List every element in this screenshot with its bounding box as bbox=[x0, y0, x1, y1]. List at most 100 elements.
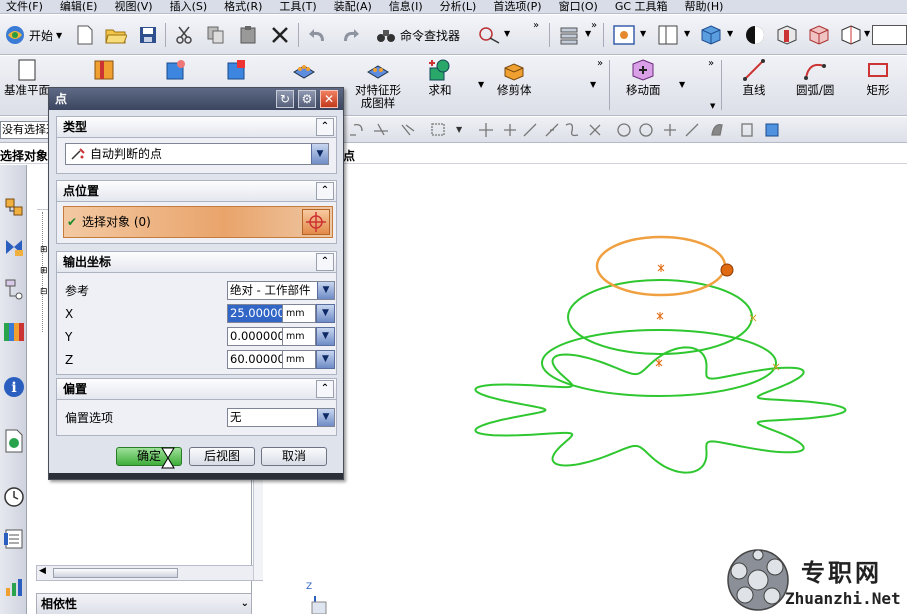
move-face-tool[interactable]: 移动面 bbox=[626, 58, 661, 97]
menu-gc-toolbox[interactable]: GC 工具箱 bbox=[615, 0, 668, 13]
back-view-button[interactable]: 后视图 bbox=[189, 447, 255, 466]
orient-view-button[interactable] bbox=[655, 24, 681, 46]
selection-filter-dropdown[interactable]: 没有选择过滤器 bbox=[0, 121, 50, 139]
chevron-down-icon[interactable]: ▼ bbox=[679, 80, 685, 89]
collapse-up-icon[interactable]: ⌃ bbox=[316, 182, 334, 200]
toolbar-overflow-icon[interactable]: » bbox=[708, 58, 714, 69]
collapse-icon[interactable]: ⊟ bbox=[40, 287, 48, 297]
toolbar-overflow-icon[interactable]: » bbox=[597, 58, 603, 69]
roles-tab[interactable] bbox=[1, 573, 26, 601]
x-input[interactable]: 25.000000 bbox=[227, 304, 283, 323]
chevron-down-icon[interactable]: ▼ bbox=[311, 144, 328, 164]
point-type-dropdown[interactable]: 自动判断的点 ▼ bbox=[65, 143, 329, 165]
menu-insert[interactable]: 插入(S) bbox=[170, 0, 208, 13]
point-location-group-header[interactable]: 点位置 ⌃ bbox=[56, 180, 337, 202]
dependencies-panel-header[interactable]: 相依性 ⌄ bbox=[36, 593, 252, 614]
menu-information[interactable]: 信息(I) bbox=[389, 0, 423, 13]
menu-help[interactable]: 帮助(H) bbox=[685, 0, 724, 13]
section-view-button[interactable] bbox=[774, 24, 800, 46]
chevron-down-icon[interactable]: ▼ bbox=[864, 29, 870, 38]
system-materials-tab[interactable] bbox=[1, 525, 26, 553]
fit-view-button[interactable] bbox=[611, 24, 637, 46]
reset-button[interactable]: ↻ bbox=[276, 90, 294, 108]
chevron-down-icon[interactable]: ▼ bbox=[317, 409, 334, 426]
snap-point-button[interactable] bbox=[476, 24, 502, 46]
arc-circle-tool[interactable]: 圆弧/圆 bbox=[796, 58, 834, 97]
z-options-arrow-icon[interactable]: ▼ bbox=[316, 350, 335, 369]
toolbar-overflow-icon[interactable]: » bbox=[533, 20, 539, 31]
layer-settings-button[interactable] bbox=[557, 24, 583, 46]
navigator-horizontal-scrollbar[interactable]: ◀ ▶ bbox=[36, 565, 276, 581]
chevron-down-icon[interactable]: ⌄ bbox=[241, 594, 249, 614]
cancel-button[interactable]: 取消 bbox=[261, 447, 327, 466]
collapse-up-icon[interactable]: ⌃ bbox=[316, 118, 334, 136]
undo-button[interactable] bbox=[306, 24, 330, 46]
x-options-arrow-icon[interactable]: ▼ bbox=[316, 304, 335, 323]
constraint-navigator-tab[interactable] bbox=[1, 233, 26, 261]
z-unit[interactable]: mm bbox=[283, 350, 316, 369]
block-tool[interactable] bbox=[92, 58, 116, 84]
datum-plane-tool[interactable]: 基准平面 bbox=[4, 58, 50, 97]
chevron-down-icon[interactable]: ▼ bbox=[504, 29, 510, 38]
command-finder-button[interactable]: 命令查找器 bbox=[376, 24, 460, 46]
rectangle-tool[interactable]: 矩形 bbox=[866, 58, 890, 97]
chevron-down-icon[interactable]: ▼ bbox=[317, 282, 334, 299]
open-file-button[interactable] bbox=[104, 24, 128, 46]
ok-button[interactable]: 确定 bbox=[116, 447, 182, 469]
close-button[interactable]: ✕ bbox=[320, 90, 338, 108]
chevron-down-icon[interactable]: ▼ bbox=[456, 125, 462, 134]
menu-preferences[interactable]: 首选项(P) bbox=[493, 0, 541, 13]
output-coords-group-header[interactable]: 输出坐标 ⌃ bbox=[56, 251, 337, 273]
web-browser-tab[interactable]: i bbox=[1, 373, 26, 401]
graphics-window[interactable]: Z 专职网 Zhuanzhi.Net bbox=[263, 165, 907, 614]
wireframe-button[interactable] bbox=[838, 24, 864, 46]
pattern-tool[interactable] bbox=[292, 58, 316, 84]
history-tab[interactable] bbox=[1, 483, 26, 511]
color-swatch-button[interactable] bbox=[872, 24, 907, 46]
reuse-library-tab[interactable] bbox=[1, 317, 26, 345]
menu-view[interactable]: 视图(V) bbox=[114, 0, 152, 13]
rendering-style-button[interactable] bbox=[698, 24, 724, 46]
chevron-down-icon[interactable]: ▼ bbox=[478, 80, 484, 89]
menu-assembly[interactable]: 装配(A) bbox=[334, 0, 372, 13]
menu-edit[interactable]: 编辑(E) bbox=[60, 0, 98, 13]
y-options-arrow-icon[interactable]: ▼ bbox=[316, 327, 335, 346]
chevron-down-icon[interactable]: ▼ bbox=[590, 80, 596, 89]
collapse-up-icon[interactable]: ⌃ bbox=[316, 380, 334, 398]
save-button[interactable] bbox=[137, 24, 159, 46]
offset-option-dropdown[interactable]: 无 ▼ bbox=[227, 408, 335, 427]
redo-button[interactable] bbox=[338, 24, 362, 46]
menu-format[interactable]: 格式(R) bbox=[224, 0, 262, 13]
cut-button[interactable] bbox=[172, 24, 196, 46]
background-button[interactable] bbox=[742, 24, 768, 46]
select-object-row[interactable]: ✔ 选择对象 (0) bbox=[63, 206, 333, 238]
unite-tool[interactable]: 求和 bbox=[428, 58, 452, 97]
chevron-down-icon[interactable]: ▼ bbox=[684, 29, 690, 38]
point-dialog-button[interactable] bbox=[302, 209, 330, 235]
x-unit[interactable]: mm bbox=[283, 304, 316, 323]
cylinder-tool[interactable] bbox=[164, 58, 188, 84]
y-unit[interactable]: mm bbox=[283, 327, 316, 346]
scrollbar-thumb[interactable] bbox=[53, 568, 178, 578]
cone-tool[interactable] bbox=[225, 58, 249, 84]
collapse-up-icon[interactable]: ⌃ bbox=[316, 253, 334, 271]
menu-analysis[interactable]: 分析(L) bbox=[440, 0, 477, 13]
toolbar-overflow-icon[interactable]: » bbox=[591, 20, 597, 31]
settings-button[interactable]: ⚙ bbox=[298, 90, 316, 108]
menu-file[interactable]: 文件(F) bbox=[6, 0, 43, 13]
new-file-button[interactable] bbox=[74, 24, 96, 46]
part-navigator-tab[interactable] bbox=[1, 275, 26, 303]
clip-view-button[interactable] bbox=[806, 24, 832, 46]
feature-pattern-tool[interactable]: 对特征形 成图样 bbox=[355, 58, 401, 110]
offset-group-header[interactable]: 偏置 ⌃ bbox=[56, 378, 337, 400]
menu-window[interactable]: 窗口(O) bbox=[559, 0, 598, 13]
start-button[interactable]: 开始 ▼ bbox=[4, 24, 62, 46]
trim-body-tool[interactable]: 修剪体 bbox=[497, 58, 532, 97]
reference-dropdown[interactable]: 绝对 - 工作部件 ▼ bbox=[227, 281, 335, 300]
expand-icon[interactable]: ⊞ bbox=[40, 266, 48, 276]
scroll-left-icon[interactable]: ◀ bbox=[39, 566, 46, 576]
delete-button[interactable] bbox=[268, 24, 292, 46]
copy-button[interactable] bbox=[204, 24, 228, 46]
chevron-down-icon[interactable]: ▼ bbox=[640, 29, 646, 38]
z-input[interactable]: 60.000000 bbox=[227, 350, 283, 369]
